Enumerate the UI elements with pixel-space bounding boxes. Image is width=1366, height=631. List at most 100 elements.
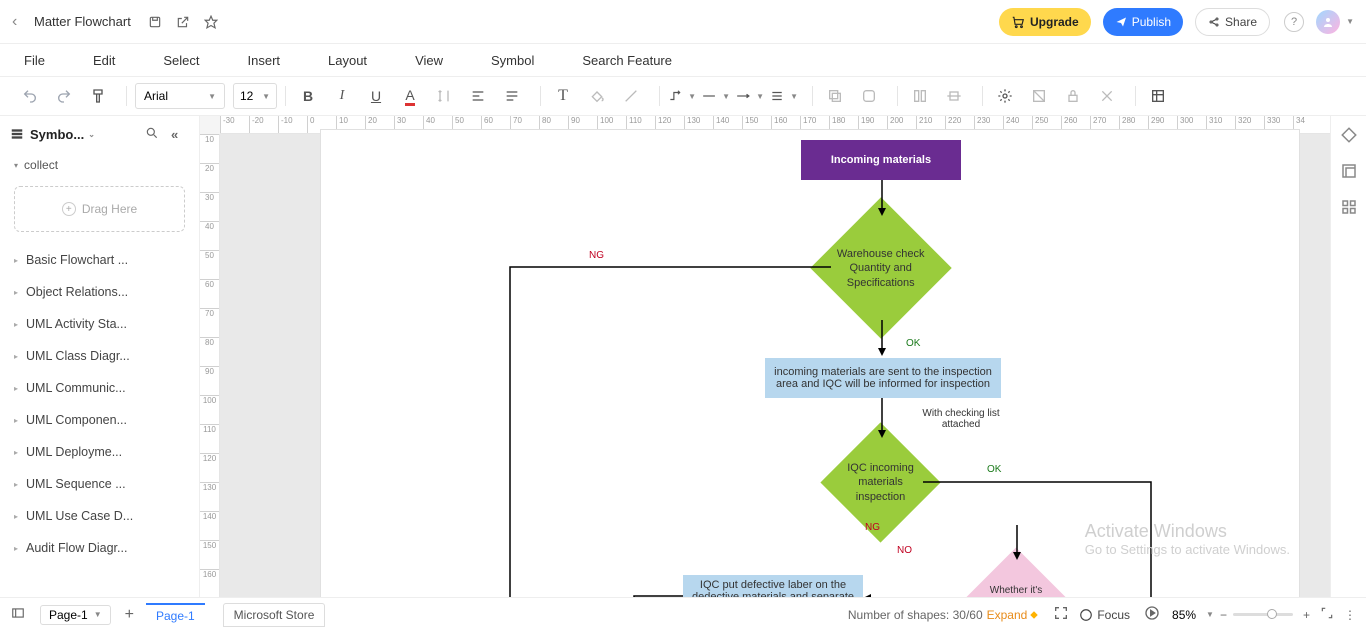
shape-category[interactable]: ▸Basic Flowchart ... bbox=[0, 244, 199, 276]
label-checking-list: With checking list attached bbox=[911, 408, 1011, 430]
toolbar: Arial▼ 12▼ B I U A T ▼ ▼ ▼ ▼ bbox=[0, 76, 1366, 116]
label-ng1: NG bbox=[589, 250, 604, 261]
avatar[interactable] bbox=[1316, 10, 1340, 34]
shape-category[interactable]: ▸UML Communic... bbox=[0, 372, 199, 404]
left-panel: Symbo... ⌄ « ▾collect + Drag Here ▸Basic… bbox=[0, 116, 200, 597]
fill-color-button[interactable] bbox=[583, 82, 611, 110]
shape-category[interactable]: ▸UML Deployme... bbox=[0, 436, 199, 468]
redo-button[interactable] bbox=[50, 82, 78, 110]
bold-button[interactable]: B bbox=[294, 82, 322, 110]
arrow-style-button[interactable]: ▼ bbox=[736, 82, 764, 110]
round-corners-button[interactable] bbox=[855, 82, 883, 110]
label-ok2: OK bbox=[987, 464, 1001, 475]
fontsize-select[interactable]: 12▼ bbox=[233, 83, 277, 109]
menu-file[interactable]: File bbox=[24, 53, 45, 68]
line-style-button[interactable]: ▼ bbox=[702, 82, 730, 110]
menu-edit[interactable]: Edit bbox=[93, 53, 115, 68]
shadow-button[interactable] bbox=[821, 82, 849, 110]
zoom-in-button[interactable]: + bbox=[1303, 608, 1310, 622]
font-color-button[interactable]: A bbox=[396, 82, 424, 110]
table-button[interactable] bbox=[1144, 82, 1172, 110]
menu-layout[interactable]: Layout bbox=[328, 53, 367, 68]
menu-symbol[interactable]: Symbol bbox=[491, 53, 534, 68]
italic-button[interactable]: I bbox=[328, 82, 356, 110]
back-icon[interactable]: ‹ bbox=[12, 13, 26, 31]
external-link-icon[interactable] bbox=[175, 14, 191, 30]
menu-select[interactable]: Select bbox=[163, 53, 199, 68]
fit-screen-icon[interactable] bbox=[1053, 605, 1069, 624]
shape-category[interactable]: ▸UML Use Case D... bbox=[0, 500, 199, 532]
shape-category[interactable]: ▸UML Componen... bbox=[0, 404, 199, 436]
theme-button[interactable] bbox=[991, 82, 1019, 110]
menu-search[interactable]: Search Feature bbox=[582, 53, 672, 68]
page-tab[interactable]: Page-1 bbox=[146, 603, 205, 627]
help-icon[interactable]: ? bbox=[1284, 12, 1304, 32]
upgrade-label: Upgrade bbox=[1030, 15, 1079, 29]
focus-button[interactable]: Focus bbox=[1079, 608, 1130, 622]
search-icon[interactable] bbox=[145, 126, 163, 143]
publish-button[interactable]: Publish bbox=[1103, 8, 1183, 36]
collect-section[interactable]: ▾collect bbox=[0, 152, 199, 178]
shape-category[interactable]: ▸Audit Flow Diagr... bbox=[0, 532, 199, 564]
shape-category[interactable]: ▸UML Activity Sta... bbox=[0, 308, 199, 340]
avatar-menu-caret[interactable]: ▼ bbox=[1346, 17, 1354, 26]
lock-button[interactable] bbox=[1059, 82, 1087, 110]
outline-icon[interactable] bbox=[10, 606, 26, 623]
star-icon[interactable] bbox=[203, 14, 219, 30]
node-incoming-materials[interactable]: Incoming materials bbox=[801, 140, 961, 180]
align-left-button[interactable] bbox=[464, 82, 492, 110]
paper[interactable]: Incoming materials Warehouse check Quant… bbox=[320, 129, 1300, 597]
apps-icon[interactable] bbox=[1340, 198, 1358, 216]
zoom-slider[interactable] bbox=[1233, 613, 1293, 616]
collapse-panel-icon[interactable]: « bbox=[171, 127, 189, 142]
font-value: Arial bbox=[144, 89, 168, 103]
menu-insert[interactable]: Insert bbox=[248, 53, 281, 68]
doc-title: Matter Flowchart bbox=[34, 14, 131, 29]
connector-button[interactable]: ▼ bbox=[668, 82, 696, 110]
play-button[interactable] bbox=[1144, 605, 1160, 624]
shape-count: Number of shapes: 30/60 bbox=[848, 608, 983, 622]
distribute-button[interactable] bbox=[906, 82, 934, 110]
menubar: File Edit Select Insert Layout View Symb… bbox=[0, 44, 1366, 76]
edit-button[interactable] bbox=[1025, 82, 1053, 110]
tools-button[interactable] bbox=[1093, 82, 1121, 110]
share-label: Share bbox=[1225, 15, 1257, 29]
panel-title-caret[interactable]: ⌄ bbox=[88, 130, 95, 139]
zoom-caret[interactable]: ▼ bbox=[1206, 610, 1214, 619]
node-warehouse-check[interactable]: Warehouse check Quantity and Specificati… bbox=[810, 197, 951, 338]
collect-label: collect bbox=[24, 158, 58, 172]
underline-button[interactable]: U bbox=[362, 82, 390, 110]
diamond-tool-icon[interactable] bbox=[1340, 126, 1358, 144]
expand-link[interactable]: Expand bbox=[987, 608, 1028, 622]
layers-icon[interactable] bbox=[1340, 162, 1358, 180]
line-color-button[interactable] bbox=[617, 82, 645, 110]
menu-view[interactable]: View bbox=[415, 53, 443, 68]
text-spacing-button[interactable] bbox=[430, 82, 458, 110]
save-icon[interactable] bbox=[147, 14, 163, 30]
shape-category[interactable]: ▸UML Sequence ... bbox=[0, 468, 199, 500]
zoom-out-button[interactable]: − bbox=[1220, 608, 1227, 622]
align-vertical-button[interactable] bbox=[498, 82, 526, 110]
shape-category[interactable]: ▸Object Relations... bbox=[0, 276, 199, 308]
line-jump-button[interactable]: ▼ bbox=[770, 82, 798, 110]
undo-button[interactable] bbox=[16, 82, 44, 110]
right-rail bbox=[1330, 116, 1366, 597]
font-select[interactable]: Arial▼ bbox=[135, 83, 225, 109]
upgrade-button[interactable]: Upgrade bbox=[999, 8, 1091, 36]
taskbar-item[interactable]: Microsoft Store bbox=[223, 603, 326, 627]
share-button[interactable]: Share bbox=[1195, 8, 1270, 36]
fontsize-value: 12 bbox=[240, 89, 253, 103]
format-painter-button[interactable] bbox=[84, 82, 112, 110]
publish-label: Publish bbox=[1132, 15, 1171, 29]
drag-here-zone[interactable]: + Drag Here bbox=[14, 186, 185, 232]
shape-category[interactable]: ▸UML Class Diagr... bbox=[0, 340, 199, 372]
bottombar: Page-1▼ + Page-1 Microsoft Store Number … bbox=[0, 597, 1366, 631]
fullscreen-icon[interactable] bbox=[1320, 606, 1334, 623]
more-icon[interactable]: ⋮ bbox=[1344, 608, 1356, 622]
align-objects-button[interactable] bbox=[940, 82, 968, 110]
add-page-button[interactable]: + bbox=[125, 606, 134, 624]
zoom-value[interactable]: 85% bbox=[1172, 608, 1196, 622]
text-tool-button[interactable]: T bbox=[549, 82, 577, 110]
page-select[interactable]: Page-1▼ bbox=[40, 605, 111, 625]
canvas-area[interactable]: -30-20-100102030405060708090100110120130… bbox=[200, 116, 1330, 597]
